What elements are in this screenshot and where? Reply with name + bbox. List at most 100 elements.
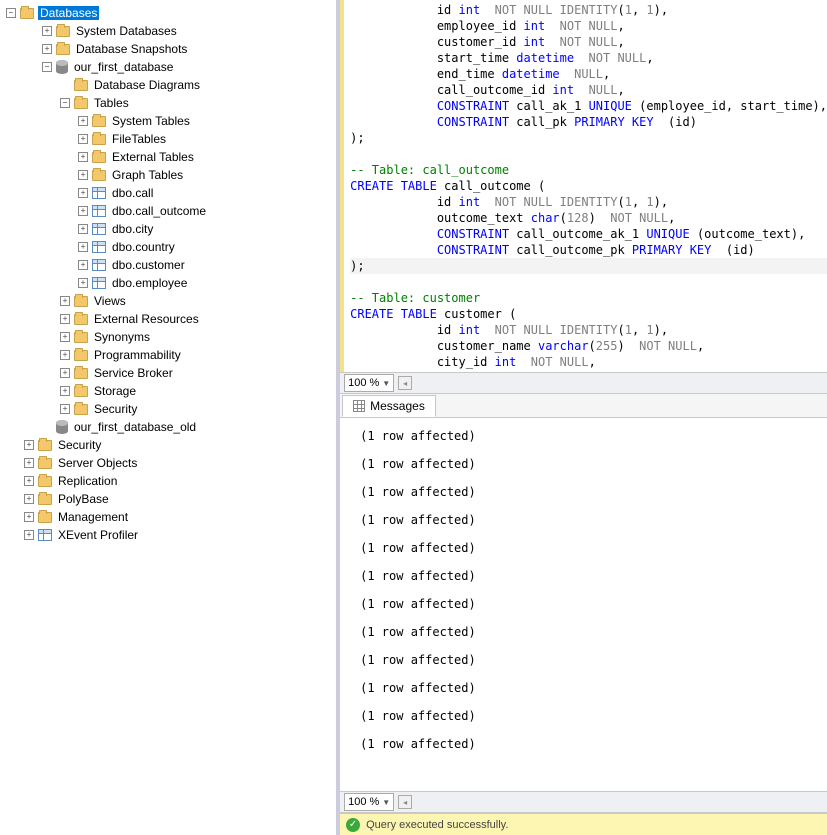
- tree-item[interactable]: +FileTables: [0, 130, 336, 148]
- code-line[interactable]: city_id int NOT NULL,: [350, 354, 827, 370]
- tree-item[interactable]: +Security: [0, 436, 336, 454]
- tree-item[interactable]: + dbo.employee: [0, 274, 336, 292]
- tree-item[interactable]: +Service Broker: [0, 364, 336, 382]
- expand-icon[interactable]: +: [60, 332, 70, 342]
- expand-icon[interactable]: +: [78, 170, 88, 180]
- expand-icon[interactable]: +: [78, 278, 88, 288]
- tree-item[interactable]: +XEvent Profiler: [0, 526, 336, 544]
- expand-icon[interactable]: +: [42, 26, 52, 36]
- tree-item[interactable]: +Programmability: [0, 346, 336, 364]
- tree-item-label: our_first_database_old: [72, 420, 198, 434]
- expand-icon[interactable]: +: [24, 476, 34, 486]
- code-line[interactable]: id int NOT NULL IDENTITY(1, 1),: [350, 2, 827, 18]
- tree-item[interactable]: −our_first_database: [0, 58, 336, 76]
- tree-item[interactable]: +Server Objects: [0, 454, 336, 472]
- expand-icon[interactable]: +: [60, 386, 70, 396]
- expand-icon[interactable]: +: [60, 368, 70, 378]
- collapse-icon[interactable]: −: [42, 62, 52, 72]
- expand-icon[interactable]: +: [60, 314, 70, 324]
- expand-icon[interactable]: +: [78, 206, 88, 216]
- expand-icon[interactable]: +: [78, 152, 88, 162]
- expand-icon[interactable]: +: [60, 350, 70, 360]
- tree-item[interactable]: +dbo.city: [0, 220, 336, 238]
- tree-item[interactable]: +Graph Tables: [0, 166, 336, 184]
- expand-icon[interactable]: +: [24, 440, 34, 450]
- code-line[interactable]: id int NOT NULL IDENTITY(1, 1),: [350, 322, 827, 338]
- expand-icon[interactable]: +: [78, 134, 88, 144]
- tree-item[interactable]: +dbo.country: [0, 238, 336, 256]
- folder-icon: [38, 458, 52, 469]
- expand-icon[interactable]: +: [78, 242, 88, 252]
- code-line[interactable]: -- Table: customer: [350, 290, 827, 306]
- tree-item[interactable]: +Storage: [0, 382, 336, 400]
- folder-icon: [74, 98, 88, 109]
- code-line[interactable]: );: [350, 258, 827, 274]
- expand-icon[interactable]: +: [78, 224, 88, 234]
- code-line[interactable]: id int NOT NULL IDENTITY(1, 1),: [350, 194, 827, 210]
- folder-icon: [74, 368, 88, 379]
- tree-item[interactable]: +dbo.call_outcome: [0, 202, 336, 220]
- code-line[interactable]: call_outcome_id int NULL,: [350, 82, 827, 98]
- code-line[interactable]: customer_name varchar(255) NOT NULL,: [350, 338, 827, 354]
- code-line[interactable]: [350, 274, 827, 290]
- expand-icon[interactable]: +: [24, 530, 34, 540]
- expand-icon[interactable]: +: [60, 404, 70, 414]
- tree-item[interactable]: +dbo.call: [0, 184, 336, 202]
- tree-item[interactable]: +Database Snapshots: [0, 40, 336, 58]
- tree-item[interactable]: +Security: [0, 400, 336, 418]
- scroll-left-icon[interactable]: ◂: [398, 376, 412, 390]
- tree-item[interactable]: + Synonyms: [0, 328, 336, 346]
- tree-item-label: System Tables: [110, 114, 192, 128]
- code-line[interactable]: CONSTRAINT call_ak_1 UNIQUE (employee_id…: [350, 98, 827, 114]
- code-line[interactable]: outcome_text char(128) NOT NULL,: [350, 210, 827, 226]
- tree-item[interactable]: + System Tables: [0, 112, 336, 130]
- collapse-icon[interactable]: −: [60, 98, 70, 108]
- tree-item-label: Synonyms: [92, 330, 152, 344]
- code-line[interactable]: CREATE TABLE customer (: [350, 306, 827, 322]
- tree-item-label: dbo.employee: [110, 276, 189, 290]
- expand-icon[interactable]: +: [78, 188, 88, 198]
- code-line[interactable]: end_time datetime NULL,: [350, 66, 827, 82]
- object-explorer-tree[interactable]: − Databases + System Databases +Database S…: [0, 0, 340, 835]
- sql-editor[interactable]: id int NOT NULL IDENTITY(1, 1), employee…: [340, 0, 827, 372]
- tree-item[interactable]: +dbo.customer: [0, 256, 336, 274]
- tree-item[interactable]: Database Diagrams: [0, 76, 336, 94]
- message-row: (1 row affected): [360, 730, 807, 758]
- messages-tab[interactable]: Messages: [342, 395, 436, 417]
- code-line[interactable]: CREATE TABLE call_outcome (: [350, 178, 827, 194]
- zoom-selector[interactable]: 100 % ▼: [344, 793, 394, 811]
- code-line[interactable]: CONSTRAINT call_pk PRIMARY KEY (id): [350, 114, 827, 130]
- expand-icon[interactable]: +: [78, 116, 88, 126]
- messages-pane[interactable]: (1 row affected)(1 row affected)(1 row a…: [340, 418, 827, 791]
- tree-item[interactable]: our_first_database_old: [0, 418, 336, 436]
- tree-item[interactable]: +External Tables: [0, 148, 336, 166]
- collapse-icon[interactable]: −: [6, 8, 16, 18]
- code-line[interactable]: CONSTRAINT call_outcome_ak_1 UNIQUE (out…: [350, 226, 827, 242]
- tree-item[interactable]: +Management: [0, 508, 336, 526]
- tree-root-label[interactable]: Databases: [38, 6, 99, 20]
- editor-zoom-bar: 100 % ▼ ◂: [340, 372, 827, 394]
- code-line[interactable]: customer_id int NOT NULL,: [350, 34, 827, 50]
- tree-item[interactable]: +Views: [0, 292, 336, 310]
- tree-item-label: System Databases: [74, 24, 179, 38]
- tree-item[interactable]: −Tables: [0, 94, 336, 112]
- zoom-selector[interactable]: 100 % ▼: [344, 374, 394, 392]
- code-line[interactable]: start_time datetime NOT NULL,: [350, 50, 827, 66]
- tree-item[interactable]: +PolyBase: [0, 490, 336, 508]
- expand-icon[interactable]: +: [60, 296, 70, 306]
- expand-icon[interactable]: +: [24, 494, 34, 504]
- scroll-left-icon[interactable]: ◂: [398, 795, 412, 809]
- tree-item[interactable]: + System Databases: [0, 22, 336, 40]
- code-line[interactable]: CONSTRAINT call_outcome_pk PRIMARY KEY (…: [350, 242, 827, 258]
- code-line[interactable]: );: [350, 130, 827, 146]
- code-line[interactable]: employee_id int NOT NULL,: [350, 18, 827, 34]
- code-line[interactable]: -- Table: call_outcome: [350, 162, 827, 178]
- expand-icon[interactable]: +: [78, 260, 88, 270]
- expand-icon[interactable]: +: [42, 44, 52, 54]
- tree-root-databases[interactable]: − Databases: [0, 4, 336, 22]
- expand-icon[interactable]: +: [24, 458, 34, 468]
- expand-icon[interactable]: +: [24, 512, 34, 522]
- tree-item[interactable]: +External Resources: [0, 310, 336, 328]
- tree-item[interactable]: +Replication: [0, 472, 336, 490]
- code-line[interactable]: [350, 146, 827, 162]
